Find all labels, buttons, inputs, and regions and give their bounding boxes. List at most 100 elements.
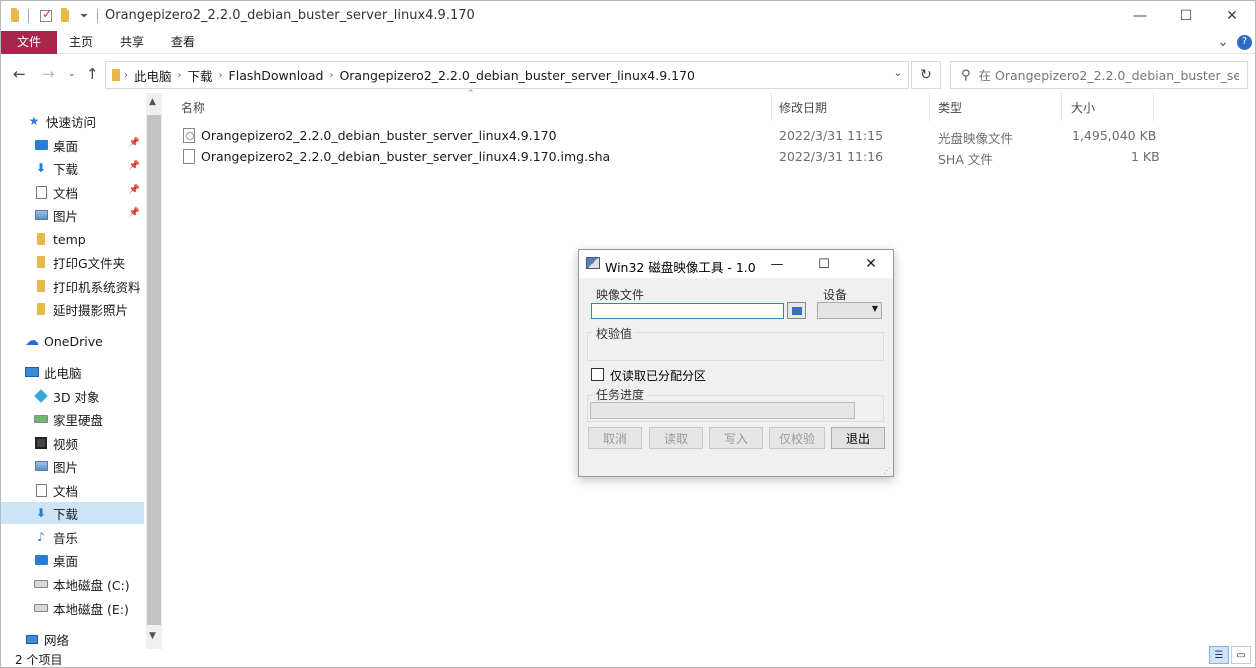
image-file-input[interactable]: [591, 303, 784, 319]
column-divider[interactable]: [929, 93, 930, 121]
sidebar-item-temp[interactable]: temp: [1, 228, 144, 250]
breadcrumb-flashdownload[interactable]: FlashDownload: [229, 68, 324, 83]
verify-only-button[interactable]: 仅校验: [769, 427, 825, 449]
breadcrumb-chevron-icon[interactable]: ›: [124, 70, 128, 81]
minimize-button[interactable]: —: [1117, 1, 1163, 31]
sidebar-item-desktop[interactable]: 桌面 📌: [1, 134, 144, 156]
sidebar-item-timelapse[interactable]: 延时摄影照片: [1, 298, 144, 320]
tab-view[interactable]: 查看: [163, 31, 203, 54]
file-icon: [183, 149, 195, 164]
column-divider[interactable]: [1153, 93, 1154, 121]
device-label: 设备: [820, 286, 851, 303]
document-icon: [34, 185, 48, 199]
sidebar-item-downloads-pc[interactable]: ⬇ 下载: [1, 502, 144, 524]
sidebar-item-drive-c[interactable]: 本地磁盘 (C:): [1, 573, 144, 595]
download-icon: ⬇: [35, 506, 47, 520]
breadcrumb-this-pc[interactable]: 此电脑: [134, 66, 172, 85]
scroll-down-icon[interactable]: ▼: [149, 631, 156, 641]
sidebar-item-printer-docs[interactable]: 打印机系统资料: [1, 275, 144, 297]
properties-icon[interactable]: [40, 7, 52, 25]
pin-icon[interactable]: 📌: [129, 161, 140, 171]
breadcrumb-downloads[interactable]: 下载: [188, 66, 213, 85]
column-divider[interactable]: [1061, 93, 1062, 121]
sidebar-item-network[interactable]: 网络: [1, 628, 144, 649]
ribbon-expand-icon[interactable]: ⌄: [1213, 31, 1233, 54]
address-bar[interactable]: › 此电脑 › 下载 › FlashDownload › Orangepizer…: [105, 61, 909, 89]
breadcrumb-chevron-icon[interactable]: ›: [329, 70, 333, 81]
new-folder-icon[interactable]: [61, 7, 69, 25]
sidebar-item-print-g[interactable]: 打印G文件夹: [1, 251, 144, 273]
up-arrow-icon[interactable]: ↑: [86, 65, 99, 83]
table-row[interactable]: Orangepizero2_2.2.0_debian_buster_server…: [181, 125, 1181, 147]
sidebar-item-home-drive[interactable]: 家里硬盘: [1, 408, 144, 430]
exit-button[interactable]: 退出: [831, 427, 885, 449]
tab-file[interactable]: 文件: [1, 31, 57, 54]
address-dropdown-icon[interactable]: ⌄: [894, 68, 902, 79]
pin-icon[interactable]: 📌: [129, 185, 140, 195]
sidebar-item-downloads[interactable]: ⬇ 下载 📌: [1, 157, 144, 179]
sidebar-scrollbar[interactable]: ▲ ▼: [146, 93, 162, 649]
qat-dropdown-icon[interactable]: ⏷: [80, 7, 88, 25]
sidebar-item-documents[interactable]: 文档 📌: [1, 181, 144, 203]
network-icon: [25, 632, 39, 646]
search-box[interactable]: ⚲: [950, 61, 1248, 89]
cloud-icon: ☁: [25, 333, 39, 349]
scroll-up-icon[interactable]: ▲: [149, 97, 156, 107]
column-divider[interactable]: [771, 93, 772, 121]
large-icons-view-button[interactable]: ▭: [1231, 646, 1251, 664]
refresh-button[interactable]: ↻: [911, 61, 941, 89]
file-name: Orangepizero2_2.2.0_debian_buster_server…: [201, 128, 557, 143]
table-row[interactable]: Orangepizero2_2.2.0_debian_buster_server…: [181, 146, 1181, 168]
cancel-button[interactable]: 取消: [588, 427, 642, 449]
maximize-button[interactable]: ☐: [1163, 1, 1209, 31]
column-header-date[interactable]: 修改日期: [779, 99, 827, 116]
sidebar-item-pictures-pc[interactable]: 图片: [1, 455, 144, 477]
dialog-close-button[interactable]: ✕: [851, 250, 891, 278]
drive-icon: [34, 601, 48, 615]
sidebar-item-label: 视频: [53, 436, 79, 452]
sidebar-item-quick-access[interactable]: ★ 快速访问: [1, 110, 144, 132]
back-arrow-icon[interactable]: ←: [13, 65, 26, 83]
device-select[interactable]: ▼: [817, 302, 882, 319]
dialog-minimize-button[interactable]: —: [757, 250, 797, 278]
sidebar-item-pictures[interactable]: 图片 📌: [1, 204, 144, 226]
file-type: 光盘映像文件: [938, 131, 1014, 146]
column-header-type[interactable]: 类型: [938, 99, 962, 116]
tab-share[interactable]: 共享: [112, 31, 152, 54]
tab-home[interactable]: 主页: [61, 31, 101, 54]
title-separator: [97, 7, 98, 25]
sidebar-item-music[interactable]: ♪ 音乐: [1, 526, 144, 548]
sidebar-item-desktop-pc[interactable]: 桌面: [1, 549, 144, 571]
sidebar-item-videos[interactable]: 视频: [1, 432, 144, 454]
recent-dropdown-icon[interactable]: ⌄: [68, 69, 76, 79]
sidebar-item-onedrive[interactable]: ☁ OneDrive: [1, 330, 144, 352]
help-icon[interactable]: ?: [1237, 35, 1252, 50]
resize-grip-icon[interactable]: ⋰: [883, 466, 891, 475]
sidebar-item-drive-e[interactable]: 本地磁盘 (E:): [1, 597, 144, 619]
window-title: Orangepizero2_2.2.0_debian_buster_server…: [105, 8, 475, 23]
close-button[interactable]: ✕: [1209, 1, 1255, 31]
dialog-maximize-button[interactable]: ☐: [804, 250, 844, 278]
breadcrumb-chevron-icon[interactable]: ›: [178, 70, 182, 81]
breadcrumb-current-folder[interactable]: Orangepizero2_2.2.0_debian_buster_server…: [339, 68, 695, 83]
video-icon: [34, 436, 48, 450]
write-button[interactable]: 写入: [709, 427, 763, 449]
sidebar-item-this-pc[interactable]: 此电脑: [1, 361, 144, 383]
breadcrumb-chevron-icon[interactable]: ›: [219, 70, 223, 81]
pin-icon[interactable]: 📌: [129, 138, 140, 148]
readonly-partitions-checkbox[interactable]: [591, 368, 604, 381]
sidebar-item-documents-pc[interactable]: 文档: [1, 479, 144, 501]
read-button[interactable]: 读取: [649, 427, 703, 449]
music-icon: ♪: [37, 530, 45, 544]
column-header-name[interactable]: 名称: [181, 99, 205, 116]
forward-arrow-icon[interactable]: →: [42, 65, 55, 83]
sidebar-item-label: 音乐: [53, 530, 79, 546]
column-header-size[interactable]: 大小: [1071, 99, 1095, 116]
pin-icon[interactable]: 📌: [129, 208, 140, 218]
search-input[interactable]: [978, 67, 1239, 83]
scrollbar-thumb[interactable]: [147, 115, 161, 625]
folder-icon: [11, 7, 19, 25]
sidebar-item-3d-objects[interactable]: 3D 对象: [1, 385, 144, 407]
details-view-button[interactable]: ☰: [1209, 646, 1229, 664]
browse-button[interactable]: [787, 302, 806, 319]
